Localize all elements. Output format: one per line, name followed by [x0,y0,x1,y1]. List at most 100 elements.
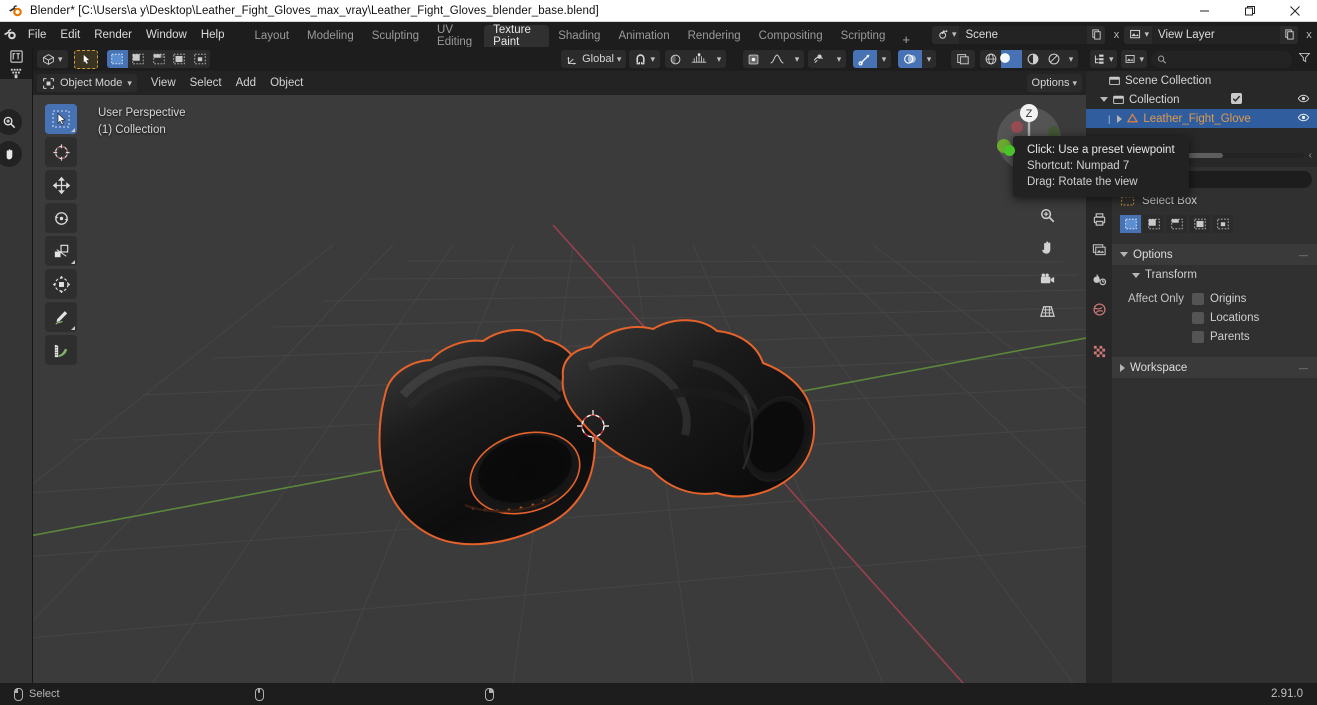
select-box-invert[interactable] [168,50,190,68]
blender-menu-icon[interactable] [0,22,21,47]
tab-texture-paint[interactable]: Texture Paint [484,24,550,48]
output-tab[interactable] [1088,209,1110,229]
menu-help[interactable]: Help [194,26,232,44]
select-box-extend-button[interactable] [1143,215,1164,233]
menu-file[interactable]: File [21,26,54,44]
transform-tool[interactable] [45,269,77,299]
measure-tool[interactable] [45,335,77,365]
origins-checkbox[interactable] [1192,292,1204,305]
select-box-new[interactable] [106,50,128,68]
material-preview-shading[interactable] [1022,50,1043,68]
object-expand-triangle[interactable] [1117,114,1123,123]
select-box-extend[interactable] [127,50,149,68]
tab-uv-editing[interactable]: UV Editing [428,24,484,48]
solid-shading[interactable] [999,50,1022,68]
panel-options[interactable]: Options — [1112,244,1317,265]
maximize-button[interactable] [1227,0,1272,22]
panel-transform[interactable]: Transform [1112,265,1317,285]
funnel-icon[interactable] [1296,51,1313,67]
collection-expand-triangle[interactable] [1100,97,1108,102]
view-layer-tab[interactable] [1088,239,1110,259]
move-tool[interactable] [45,170,77,200]
outliner-editor[interactable]: ▾ ▾ Scene Collection Collection | Leathe… [1086,47,1317,143]
scale-tool[interactable] [45,236,77,266]
view-layer-browse-icon[interactable]: ▾ [1124,25,1152,44]
chevron-down-icon-6[interactable]: ▾ [1064,50,1078,68]
left-editor-canvas[interactable] [0,79,32,683]
annotate-tool[interactable] [45,302,77,332]
scene-name[interactable]: Scene [959,25,1088,44]
editor-type-selector[interactable]: ▾ [37,50,68,68]
chevron-down-icon-5[interactable]: ▾ [922,50,936,68]
object-visibility-icon[interactable] [808,50,832,68]
proportional-falloff-selector[interactable] [685,50,712,68]
chevron-left-icon[interactable]: ‹ [1309,150,1312,161]
chevron-down-icon-2[interactable]: ▾ [789,50,804,68]
uv-editor-icon[interactable] [4,49,28,64]
cursor-tool[interactable] [45,137,77,167]
tab-layout[interactable]: Layout [246,25,299,47]
show-gizmo-toggle[interactable] [853,50,877,68]
menu-view[interactable]: View [144,74,183,92]
tweak-select-tool[interactable] [45,104,77,134]
tab-scripting[interactable]: Scripting [832,25,895,47]
menu-window[interactable]: Window [139,26,194,44]
hand-move-icon[interactable] [1039,239,1056,259]
chevron-down-icon-4[interactable]: ▾ [877,50,891,68]
rotate-tool[interactable] [45,203,77,233]
select-box-intersect-button[interactable] [1212,215,1233,233]
proportional-editing-toggle[interactable] [664,50,686,68]
options-button[interactable]: Options ▾ [1026,74,1082,92]
object-mode-selector[interactable]: Object Mode ▾ [37,74,137,92]
outliner-search-field[interactable] [1170,53,1286,65]
new-viewlayer-icon[interactable] [1280,25,1298,44]
menu-render[interactable]: Render [87,26,139,44]
tab-compositing[interactable]: Compositing [750,25,832,47]
outliner-row-collection[interactable]: Collection [1086,90,1317,109]
menu-select[interactable]: Select [183,74,229,92]
menu-edit[interactable]: Edit [53,26,87,44]
new-scene-icon[interactable] [1087,25,1106,44]
scene-tab[interactable] [1088,269,1110,289]
world-tab[interactable] [1088,299,1110,319]
parents-checkbox[interactable] [1192,330,1204,343]
outliner-row-leather-fight-glove[interactable]: | Leather_Fight_Glove [1086,109,1317,128]
chevron-down-icon-3[interactable]: ▾ [832,50,846,68]
view-layer-name[interactable]: View Layer [1152,25,1280,44]
outliner-display-mode-icon[interactable]: ▾ [1120,50,1148,68]
close-button[interactable] [1272,0,1317,22]
active-tool-indicator[interactable] [74,49,99,69]
collection-checkbox[interactable] [1230,92,1242,107]
select-box-intersect[interactable] [189,50,211,68]
transform-orientation-selector[interactable]: Global ▾ [561,50,627,68]
hand-move-icon[interactable] [0,141,22,167]
menu-object[interactable]: Object [263,74,310,92]
menu-add[interactable]: Add [229,74,263,92]
outliner-editor-type-icon[interactable]: ▾ [1090,50,1117,68]
outliner-search-input[interactable] [1151,50,1292,68]
panel-workspace[interactable]: Workspace — [1112,357,1317,378]
chevron-down-icon[interactable]: ▾ [711,50,726,68]
select-box-subtract[interactable] [148,50,169,68]
xray-toggle[interactable] [951,50,975,68]
show-overlays-toggle[interactable] [898,50,922,68]
zoom-icon[interactable] [0,109,22,135]
viewport-canvas[interactable] [33,95,1086,683]
falloff-curve-icon[interactable] [763,50,790,68]
perspective-toggle-icon[interactable] [1039,303,1056,323]
texture-tab[interactable] [1088,341,1110,361]
minimize-button[interactable] [1182,0,1227,22]
collection-visibility-eye-icon[interactable] [1297,92,1310,108]
select-box-subtract-button[interactable] [1166,215,1187,233]
snap-individual-toggle[interactable] [742,50,764,68]
tab-shading[interactable]: Shading [549,25,609,47]
outliner-row-scene-collection[interactable]: Scene Collection [1086,71,1317,90]
add-workspace-button[interactable]: + [894,32,918,47]
unlink-viewlayer-button[interactable]: x [1301,26,1317,44]
select-box-new-button[interactable] [1120,215,1141,233]
unlink-scene-button[interactable]: x [1108,26,1124,44]
camera-view-icon[interactable] [1039,271,1056,291]
tab-animation[interactable]: Animation [609,25,678,47]
tab-sculpting[interactable]: Sculpting [363,25,428,47]
scene-browse-icon[interactable]: ▾ [931,25,960,44]
